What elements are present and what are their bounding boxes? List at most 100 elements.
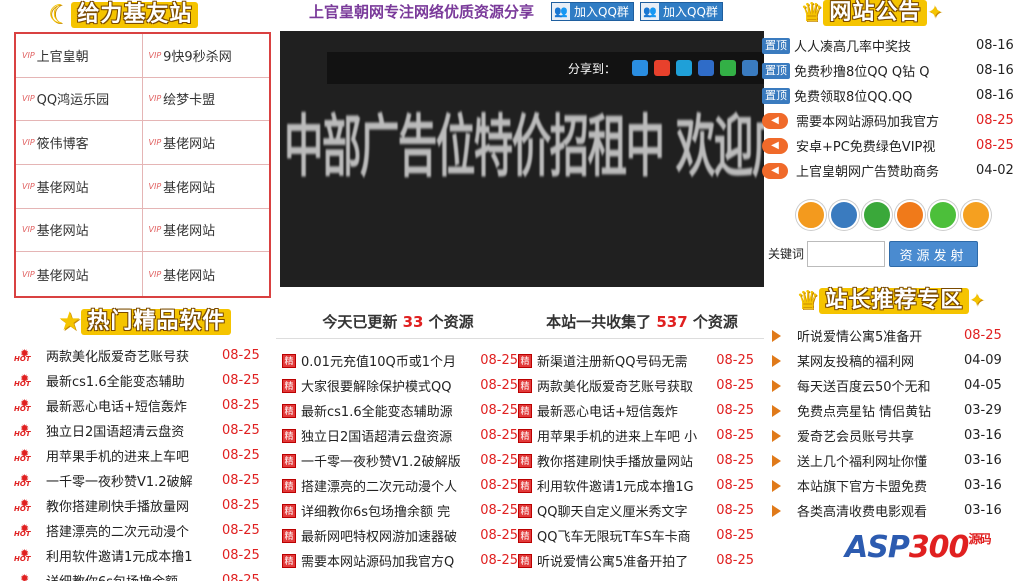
- search-button[interactable]: 资源发射: [889, 241, 978, 267]
- wechat-icon[interactable]: [862, 200, 892, 230]
- hot-item[interactable]: ✹ HOT 一千零一夜秒赞V1.2破解 08-25: [14, 468, 264, 493]
- more-share-icon[interactable]: [742, 60, 758, 76]
- recommend-item[interactable]: 各类高清收费电影观看 03-16: [772, 498, 1018, 523]
- recommend-date: 03-16: [964, 503, 1002, 518]
- friend-link[interactable]: VIP 基佬网站: [142, 121, 269, 165]
- resource-date: 08-25: [716, 403, 754, 418]
- join-qq-group-button-1[interactable]: 👥 加入QQ群: [551, 2, 634, 21]
- resource-item[interactable]: 精用苹果手机的进来上车吧 小 08-25: [518, 423, 754, 448]
- recommend-item[interactable]: 某网友投稿的福利网 04-09: [772, 348, 1018, 373]
- hot-item[interactable]: ✹ HOT 最新恶心电话+短信轰炸 08-25: [14, 393, 264, 418]
- friend-link[interactable]: VIP 基佬网站: [16, 252, 143, 296]
- friend-link[interactable]: VIP 上官皇朝: [16, 34, 143, 78]
- notice-item[interactable]: ◀ 安卓+PC免费绿色VIP视 08-25: [762, 133, 1020, 158]
- banner-ad[interactable]: 分享到： 中部广告位特价招租中 欢迎广告主入驻 s: [280, 31, 764, 287]
- weibo-share-icon[interactable]: [654, 60, 670, 76]
- crown-icon: ♛: [800, 0, 824, 28]
- hot-item[interactable]: ✹ HOT 独立日2国语超清云盘资 08-25: [14, 418, 264, 443]
- resource-item[interactable]: 精 QQ聊天自定义厘米秀文字 08-25: [518, 498, 754, 523]
- tencent-weibo-share-icon[interactable]: [676, 60, 692, 76]
- vip-badge: VIP: [148, 50, 162, 60]
- recommend-title: 每天送百度云50个无和: [797, 380, 931, 395]
- resource-item[interactable]: 精最新网吧特权网游加速器破 08-25: [282, 523, 518, 548]
- recommend-item[interactable]: 本站旗下官方卡盟免费 03-16: [772, 473, 1018, 498]
- recommend-item[interactable]: 免费点亮星钻 情侣黄钻 03-29: [772, 398, 1018, 423]
- notice-date: 08-16: [976, 63, 1014, 78]
- hot-item-title: 独立日2国语超清云盘资: [46, 425, 185, 440]
- hot-tag: HOT: [14, 554, 31, 563]
- resource-item[interactable]: 精教你搭建刷快手播放量网站 08-25: [518, 448, 754, 473]
- resource-item[interactable]: 精利用软件邀请1元成本撸1G 08-25: [518, 473, 754, 498]
- featured-badge: 精: [518, 378, 532, 393]
- hot-item[interactable]: ✹ HOT 利用软件邀请1元成本撸1 08-25: [14, 543, 264, 568]
- hot-icon: ✹HOT: [14, 521, 31, 538]
- favorite-add-icon[interactable]: [961, 200, 991, 230]
- recommend-item[interactable]: 送上几个福利网址你懂 03-16: [772, 448, 1018, 473]
- friend-link[interactable]: VIP 基佬网站: [143, 252, 270, 296]
- hot-item-title: 利用软件邀请1元成本撸1: [46, 550, 193, 565]
- friend-link-label: 筱伟博客: [36, 137, 89, 153]
- banner-text: 中部广告位特价招租中 欢迎广告主入驻 s: [284, 107, 764, 186]
- hot-item-title: 一千零一夜秒赞V1.2破解: [46, 475, 193, 490]
- friend-link-label: 基佬网站: [36, 268, 89, 284]
- friend-link[interactable]: VIP 基佬网站: [142, 165, 269, 209]
- friend-link[interactable]: VIP 基佬网站: [142, 209, 269, 253]
- resource-item[interactable]: 精一千零一夜秒赞V1.2破解版 08-25: [282, 448, 518, 473]
- renren-share-icon[interactable]: [698, 60, 714, 76]
- resource-item[interactable]: 精搭建漂亮的二次元动漫个人 08-25: [282, 473, 518, 498]
- friend-link[interactable]: VIP 基佬网站: [16, 208, 143, 253]
- hot-item[interactable]: ✹ HOT 教你搭建刷快手播放量网 08-25: [14, 493, 264, 518]
- recommend-date: 08-25: [964, 328, 1002, 343]
- featured-badge: 精: [282, 428, 296, 443]
- friend-link[interactable]: VIP 绘梦卡盟: [142, 78, 269, 122]
- chat-icon[interactable]: [928, 200, 958, 230]
- friend-link[interactable]: VIP QQ鸿运乐园: [16, 77, 143, 122]
- keyword-search-input[interactable]: [807, 241, 885, 267]
- resource-item[interactable]: 精独立日2国语超清云盘资源 08-25: [282, 423, 518, 448]
- hot-tag: HOT: [14, 429, 31, 438]
- recommend-item[interactable]: 听说爱情公寓5准备开 08-25: [772, 323, 1018, 348]
- resource-item[interactable]: 精最新恶心电话+短信轰炸 08-25: [518, 398, 754, 423]
- friend-link[interactable]: VIP 9快9秒杀网: [142, 34, 269, 78]
- hot-icon: ✹HOT: [14, 496, 31, 513]
- resource-title: 大家很要解除保护模式QQ: [301, 380, 452, 395]
- resource-item[interactable]: 精两款美化版爱奇艺账号获取 08-25: [518, 373, 754, 398]
- recommend-item[interactable]: 每天送百度云50个无和 04-05: [772, 373, 1018, 398]
- notice-item[interactable]: ◀ 需要本网站源码加我官方 08-25: [762, 108, 1020, 133]
- resource-item[interactable]: 精 QQ飞车无限玩T车S车卡商 08-25: [518, 523, 754, 548]
- hot-item-date: 08-25: [222, 573, 260, 581]
- join-qq-group-button-2[interactable]: 👥 加入QQ群: [640, 2, 723, 21]
- notice-date: 08-16: [976, 88, 1014, 103]
- rss-icon[interactable]: [895, 200, 925, 230]
- friend-link[interactable]: VIP 基佬网站: [16, 165, 143, 209]
- hot-item[interactable]: ✹ HOT 搭建漂亮的二次元动漫个 08-25: [14, 518, 264, 543]
- friend-link[interactable]: VIP 筱伟博客: [16, 121, 143, 165]
- hot-item[interactable]: ✹ HOT 两款美化版爱奇艺账号获 08-25: [14, 343, 264, 368]
- resource-title: 需要本网站源码加我官方Q: [301, 555, 455, 570]
- wechat-share-icon[interactable]: [720, 60, 736, 76]
- resource-item[interactable]: 精大家很要解除保护模式QQ 08-25: [282, 373, 518, 398]
- qq-icon[interactable]: [796, 200, 826, 230]
- resource-item[interactable]: 精详细教你6s包场撸余额 完 08-25: [282, 498, 518, 523]
- hot-item[interactable]: ✹ HOT 最新cs1.6全能变态辅助 08-25: [14, 368, 264, 393]
- resource-item[interactable]: 精听说爱情公寓5准备开拍了 08-25: [518, 548, 754, 573]
- hot-item-title: 两款美化版爱奇艺账号获: [46, 350, 190, 365]
- recommend-date: 03-29: [964, 403, 1002, 418]
- hot-item[interactable]: ✹HOT 详细教你6s包场撸余额08-25: [14, 568, 264, 581]
- notice-item[interactable]: 置顶 免费秒撸8位QQ Q钻 Q 08-16: [762, 58, 1020, 83]
- qzone-share-icon[interactable]: [632, 60, 648, 76]
- recommend-item[interactable]: 爱奇艺会员账号共享 03-16: [772, 423, 1018, 448]
- notice-item[interactable]: 置顶 免费领取8位QQ.QQ 08-16: [762, 83, 1020, 108]
- resource-item[interactable]: 精 0.01元充值10Q币或1个月 08-25: [282, 348, 518, 373]
- resource-item[interactable]: 精需要本网站源码加我官方Q 08-25: [282, 548, 518, 573]
- resource-item[interactable]: 精最新cs1.6全能变态辅助源 08-25: [282, 398, 518, 423]
- resource-list-left: 精 0.01元充值10Q币或1个月 08-25 精大家很要解除保护模式QQ 08-25 精…: [282, 348, 518, 573]
- resource-item[interactable]: 精新渠道注册新QQ号码无需 08-25: [518, 348, 754, 373]
- notice-item[interactable]: ◀ 上官皇朝网广告赞助商务 04-02: [762, 158, 1020, 183]
- notice-item[interactable]: 置顶 人人凑高几率中奖技 08-16: [762, 33, 1020, 58]
- mail-icon[interactable]: [829, 200, 859, 230]
- notice-title: 人人凑高几率中奖技: [794, 40, 912, 55]
- resource-title: 最新恶心电话+短信轰炸: [537, 405, 678, 420]
- friend-link-label: QQ鸿运乐园: [36, 93, 110, 109]
- hot-item[interactable]: ✹ HOT 用苹果手机的进来上车吧 08-25: [14, 443, 264, 468]
